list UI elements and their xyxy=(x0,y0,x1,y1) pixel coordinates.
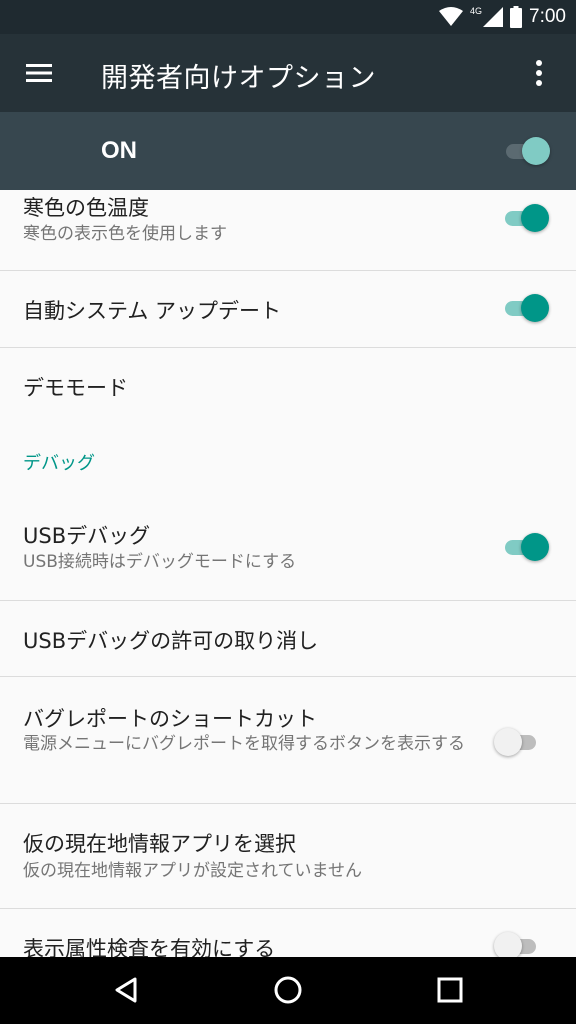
setting-auto-system-update[interactable]: 自動システム アップデート xyxy=(0,271,576,348)
page-title: 開発者向けオプション xyxy=(101,63,376,94)
setting-view-attribute-inspection[interactable]: 表示属性検査を有効にする xyxy=(0,909,576,957)
cool-color-toggle-switch[interactable] xyxy=(503,203,549,233)
switch-thumb xyxy=(521,204,549,232)
setting-summary: 仮の現在地情報アプリが設定されていません xyxy=(23,861,362,881)
setting-title: 寒色の色温度 xyxy=(23,196,149,220)
status-time: 7:00 xyxy=(529,6,566,27)
hamburger-menu-icon xyxy=(26,64,52,82)
setting-title: 自動システム アップデート xyxy=(23,299,282,323)
status-bar: 4G 7:00 xyxy=(0,0,576,34)
back-button[interactable] xyxy=(96,967,156,1013)
usb-debugging-toggle-switch[interactable] xyxy=(503,532,549,562)
switch-thumb xyxy=(522,137,550,165)
category-header-debug: デバッグ xyxy=(23,453,95,474)
bug-report-shortcut-toggle-switch[interactable] xyxy=(494,727,540,757)
setting-cool-color-temperature[interactable]: 寒色の色温度 寒色の表示色を使用します xyxy=(0,190,576,270)
home-button[interactable] xyxy=(258,967,318,1013)
setting-title: USBデバッグ xyxy=(23,524,151,548)
setting-summary: USB接続時はデバッグモードにする xyxy=(23,552,297,572)
network-type-label: 4G xyxy=(470,6,483,16)
view-attribute-toggle-switch[interactable] xyxy=(494,931,540,957)
setting-summary: 電源メニューにバグレポートを取得するボタンを表示する xyxy=(23,734,465,754)
setting-usb-debugging[interactable]: USBデバッグ USB接続時はデバッグモードにする xyxy=(0,502,576,600)
switch-thumb xyxy=(521,533,549,561)
settings-list[interactable]: 寒色の色温度 寒色の表示色を使用します 自動システム アップデート デモモード … xyxy=(0,190,576,957)
auto-update-toggle-switch[interactable] xyxy=(503,293,549,323)
setting-bug-report-shortcut[interactable]: バグレポートのショートカット 電源メニューにバグレポートを取得するボタンを表示す… xyxy=(0,677,576,803)
app-bar: 開発者向けオプション xyxy=(0,34,576,112)
setting-title: USBデバッグの許可の取り消し xyxy=(23,629,319,653)
setting-title: 仮の現在地情報アプリを選択 xyxy=(23,832,296,856)
more-vert-icon-dot xyxy=(536,70,542,76)
overflow-menu-button[interactable] xyxy=(510,48,568,98)
more-vert-icon-dot xyxy=(536,80,542,86)
battery-icon xyxy=(510,6,523,28)
home-icon xyxy=(274,976,302,1004)
switch-thumb xyxy=(494,728,522,756)
navigation-menu-button[interactable] xyxy=(14,48,64,98)
setting-mock-location-app[interactable]: 仮の現在地情報アプリを選択 仮の現在地情報アプリが設定されていません xyxy=(0,804,576,908)
recents-button[interactable] xyxy=(420,967,480,1013)
setting-title: デモモード xyxy=(23,376,128,400)
master-switch-label: ON xyxy=(101,137,137,164)
master-toggle-switch[interactable] xyxy=(504,136,550,166)
back-icon xyxy=(115,977,137,1003)
status-icons: 4G 7:00 xyxy=(439,0,566,34)
setting-demo-mode[interactable]: デモモード xyxy=(0,348,576,424)
setting-title: 表示属性検査を有効にする xyxy=(23,937,276,957)
navigation-bar xyxy=(0,957,576,1024)
switch-thumb xyxy=(494,932,522,957)
wifi-icon xyxy=(439,7,463,26)
setting-revoke-usb-debugging[interactable]: USBデバッグの許可の取り消し xyxy=(0,601,576,677)
cellular-signal-icon xyxy=(483,7,504,27)
master-switch-bar[interactable]: ON xyxy=(0,112,576,190)
more-vert-icon-dot xyxy=(536,60,542,66)
switch-thumb xyxy=(521,294,549,322)
setting-summary: 寒色の表示色を使用します xyxy=(23,224,227,244)
recents-icon xyxy=(437,977,463,1003)
setting-title: バグレポートのショートカット xyxy=(23,707,317,731)
